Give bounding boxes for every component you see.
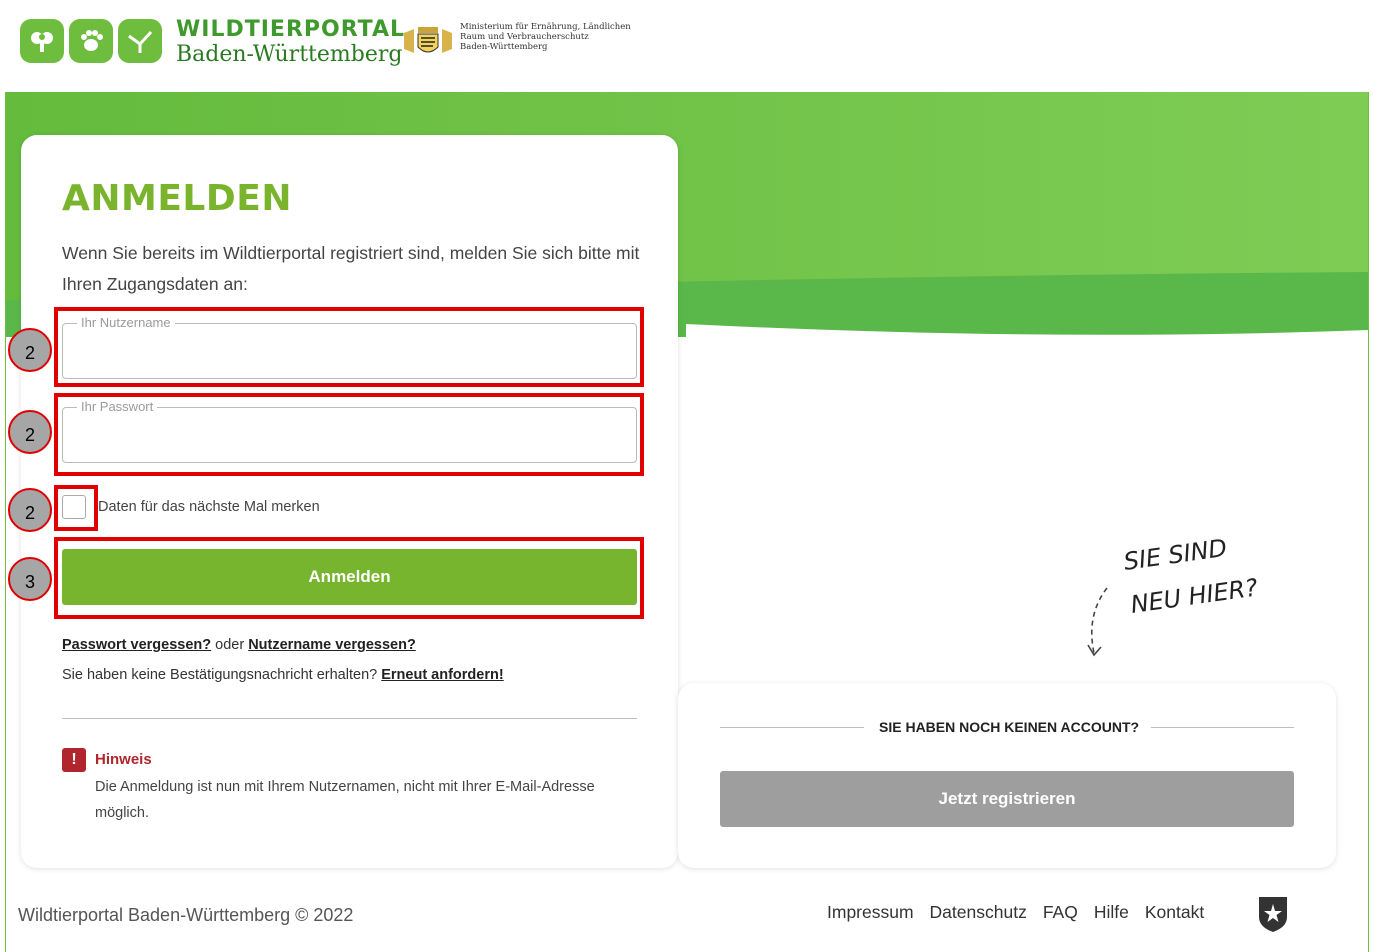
paw-logo-icon[interactable] — [69, 19, 113, 63]
register-heading-line — [1151, 727, 1294, 728]
ministry-line: Baden-Württemberg — [460, 42, 548, 52]
shield-star-icon[interactable] — [1257, 895, 1289, 933]
step-badge: 2 — [8, 488, 52, 532]
brand-title[interactable]: WILDTIERPORTAL — [176, 17, 405, 42]
hint-text: Die Anmeldung ist nun mit Ihrem Nutzerna… — [95, 779, 595, 821]
divider — [62, 718, 637, 719]
ministry-label: Ministerium für Ernährung, Ländlichen Ra… — [460, 22, 631, 52]
new-here-scribble: SIE SIND NEU HIER? — [1087, 535, 1260, 657]
step-badge: 3 — [8, 557, 52, 601]
forgot-password-link[interactable]: Passwort vergessen? — [62, 637, 211, 653]
scribble-line-2: NEU HIER? — [1129, 573, 1260, 619]
highlight-username — [54, 307, 644, 387]
highlight-password — [54, 393, 644, 476]
confirmation-row: Sie haben keine Bestätigungsnachricht er… — [62, 667, 504, 683]
request-again-link[interactable]: Erneut anfordern! — [381, 667, 503, 683]
forgot-links: Passwort vergessen? oder Nutzername verg… — [62, 637, 416, 653]
footer-link-faq[interactable]: FAQ — [1043, 902, 1078, 923]
hint-title: Hinweis — [95, 751, 152, 768]
site-header: WILDTIERPORTAL Baden-Württemberg Ministe… — [0, 0, 1374, 92]
login-title: ANMELDEN — [62, 178, 292, 219]
ministry-line: Raum und Verbraucherschutz — [460, 32, 589, 42]
bird-logo-icon[interactable] — [118, 19, 162, 63]
footer-link-impressum[interactable]: Impressum — [827, 902, 914, 923]
warning-icon: ! — [62, 748, 86, 772]
plant-logo-icon[interactable] — [20, 19, 64, 63]
footer-link-hilfe[interactable]: Hilfe — [1094, 902, 1129, 923]
arrow-head-icon — [1087, 644, 1102, 657]
footer-nav: Impressum Datenschutz FAQ Hilfe Kontakt — [827, 902, 1204, 923]
or-text: oder — [215, 637, 245, 653]
footer-link-kontakt[interactable]: Kontakt — [1145, 902, 1204, 923]
footer-link-datenschutz[interactable]: Datenschutz — [930, 902, 1027, 923]
register-heading: SIE HABEN NOCH KEINEN ACCOUNT? — [879, 719, 1140, 735]
step-badge: 2 — [8, 410, 52, 454]
remember-label[interactable]: Daten für das nächste Mal merken — [98, 499, 320, 515]
state-crest-icon — [404, 27, 452, 53]
highlight-checkbox — [54, 485, 98, 531]
brand-subtitle[interactable]: Baden-Württemberg — [176, 42, 402, 67]
login-intro: Wenn Sie bereits im Wildtierportal regis… — [62, 243, 640, 294]
register-heading-line — [720, 727, 864, 728]
step-badge: 2 — [8, 328, 52, 372]
register-button[interactable]: Jetzt registrieren — [720, 771, 1294, 827]
highlight-login-button — [54, 537, 644, 619]
ministry-line: Ministerium für Ernährung, Ländlichen — [460, 22, 631, 32]
no-confirmation-text: Sie haben keine Bestätigungsnachricht er… — [62, 667, 378, 683]
dashed-arrow-icon — [1091, 587, 1108, 654]
forgot-username-link[interactable]: Nutzername vergessen? — [248, 637, 416, 653]
footer-copyright: Wildtierportal Baden-Württemberg © 2022 — [18, 905, 354, 925]
scribble-line-1: SIE SIND — [1122, 535, 1229, 576]
